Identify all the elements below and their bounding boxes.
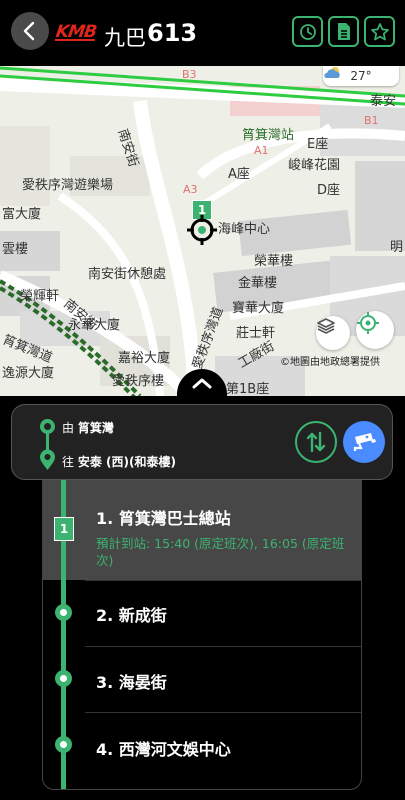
target-icon [357,312,379,334]
stop-item-1[interactable]: 1. 筲箕灣巴士總站 預計到站: 15:40 (原定班次), 16:05 (原定… [43,480,361,580]
stop-name: 3. 海晏街 [96,673,167,692]
schedule-button[interactable] [292,16,323,47]
cloud-sun-icon [324,67,340,78]
layers-button[interactable] [316,316,350,350]
kmb-logo: KMB [54,22,98,42]
map-label: 泰安 [370,94,397,109]
swap-direction-button[interactable] [295,421,337,463]
map-label: A座 [228,167,250,182]
stop-dot-icon [55,670,72,687]
company-name: 九巴 [104,26,146,50]
stop-name: 4. 西灣河文娛中心 [96,740,231,759]
map-label: 榮輝軒 [20,289,60,304]
stop-list: 1. 筲箕灣巴士總站 預計到站: 15:40 (原定班次), 16:05 (原定… [42,480,362,790]
map-label: 峻峰花園 [288,158,341,173]
weather-badge: 27° [323,66,399,86]
document-icon [337,23,350,40]
map-label: B3 [182,68,197,81]
origin-dot-icon [40,419,55,434]
route-map[interactable]: 27° B3 泰安 B1 筲箕灣站 E座 A1 南安街 峻峰花園 愛秩序灣遊樂場… [0,66,405,396]
origin-name: 筲箕灣 [77,421,114,435]
map-label: 逸源大廈 [2,366,55,381]
stop-dot-icon [55,604,72,621]
map-label: 第1B座 [226,382,270,396]
cctv-button[interactable] [343,421,385,463]
origin-row: 由 筲箕灣 [62,419,114,436]
map-label: 榮華樓 [254,254,294,269]
layers-icon [317,318,335,334]
map-label: A3 [183,183,198,196]
map-label: A1 [254,144,269,157]
stop-name: 1. 筲箕灣巴士總站 [96,509,231,528]
app-header: KMB 九巴 613 [0,0,405,66]
map-label: E座 [307,137,329,152]
destination-row: 往 安泰 (西)(和泰樓) [62,453,176,470]
chevron-up-icon [192,378,212,389]
stop-dot-icon [55,736,72,753]
destination-name: 安泰 (西)(和泰樓) [77,455,176,469]
favorite-button[interactable] [364,16,395,47]
map-label: 嘉裕大廈 [118,351,171,366]
map-label: 雲樓 [2,242,29,257]
route-number: 613 [147,19,198,47]
map-label: 海峰中心 [218,222,271,237]
map-label: 富大廈 [2,207,42,222]
map-label: 金華樓 [238,276,278,291]
stop-flag-icon: 1 [54,517,74,541]
map-attribution: ©地圖由地政總署提供 [280,357,380,368]
chevron-left-icon [23,21,35,41]
map-label: B1 [364,114,379,127]
origin-prefix: 由 [62,421,75,435]
weather-temp: 27° [350,69,372,83]
stop-name: 2. 新成街 [96,606,167,625]
destination-prefix: 往 [62,455,75,469]
map-label: 南安街休憩處 [88,267,167,282]
swap-vertical-icon [306,431,326,453]
map-label: D座 [317,183,341,198]
back-button[interactable] [11,12,49,50]
locate-button[interactable] [356,311,394,349]
cctv-camera-icon [353,433,376,451]
notice-button[interactable] [328,16,359,47]
direction-card: 由 筲箕灣 往 安泰 (西)(和泰樓) [11,404,393,480]
star-icon [370,22,389,40]
map-label: 明 [390,240,404,255]
map-label: 筲箕灣站 [242,128,295,143]
destination-pin-icon [39,449,56,475]
clock-icon [299,23,316,40]
map-label: 愛秩序樓 [112,374,165,389]
stop-item-2[interactable]: 2. 新成街 [43,580,361,646]
eta-text: 預計到站: 15:40 (原定班次), 16:05 (原定班次) [96,536,345,568]
stop-item-3[interactable]: 3. 海晏街 [43,646,361,712]
map-label: 寶華大廈 [232,301,285,316]
stop-item-4[interactable]: 4. 西灣河文娛中心 [43,712,361,778]
map-label: 愛秩序灣遊樂場 [22,178,114,193]
